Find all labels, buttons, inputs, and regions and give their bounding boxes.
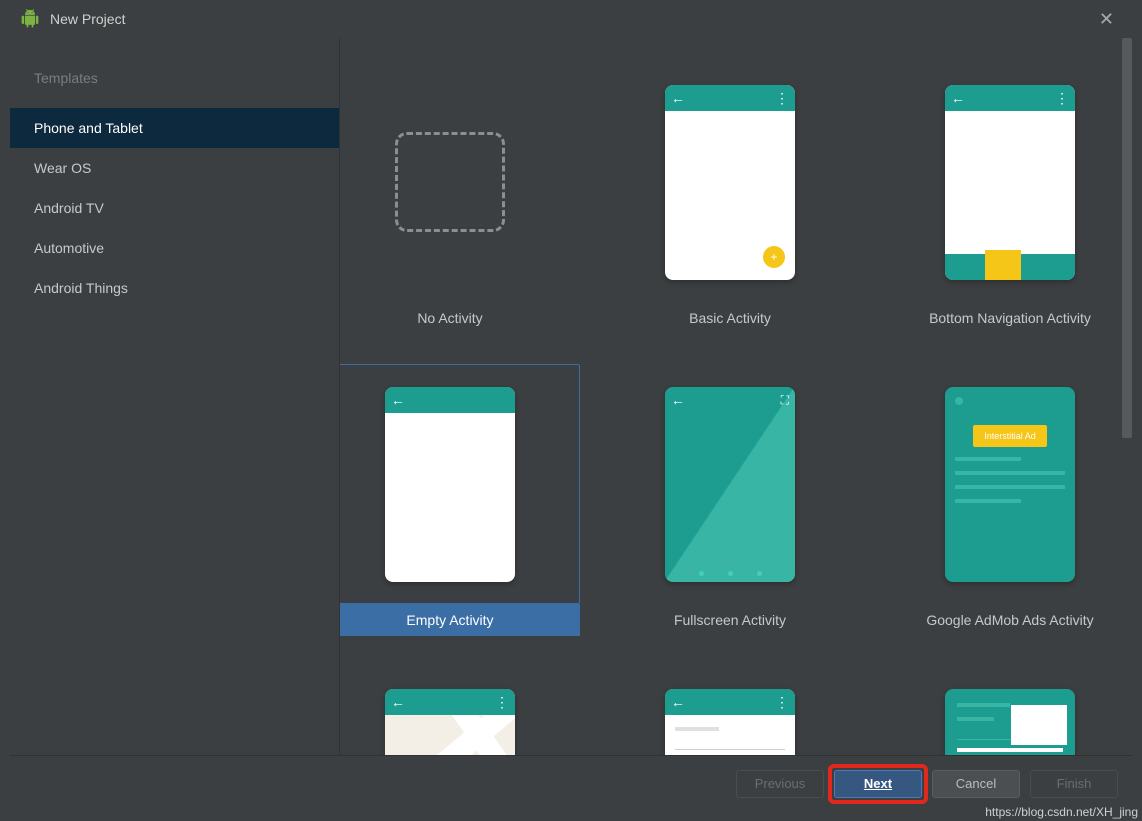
template-label: Bottom Navigation Activity xyxy=(880,302,1120,334)
template-master-detail[interactable]: Master/Detail Flow xyxy=(880,666,1120,755)
status-dot-icon xyxy=(955,397,963,405)
template-label: Fullscreen Activity xyxy=(600,604,860,636)
back-arrow-icon: ← xyxy=(951,91,965,105)
cancel-button[interactable]: Cancel xyxy=(932,770,1020,798)
next-button[interactable]: Next xyxy=(834,770,922,798)
sidebar-item-label: Android Things xyxy=(34,280,128,296)
device-preview: ← ⋮ xyxy=(945,85,1075,280)
template-admob-activity[interactable]: Interstitial Ad Google AdMob Ads Activit… xyxy=(880,364,1120,636)
device-preview: ← ⋮ + xyxy=(665,85,795,280)
dialog-footer: Previous Next Cancel Finish xyxy=(10,755,1132,811)
template-label: No Activity xyxy=(340,302,580,334)
back-arrow-icon: ← xyxy=(391,695,405,709)
button-label: Next xyxy=(864,776,892,791)
device-preview: ← ⋮ xyxy=(385,689,515,756)
device-preview: ← ⛶ xyxy=(665,387,795,582)
template-label: Google AdMob Ads Activity xyxy=(880,604,1120,636)
sidebar-item-label: Wear OS xyxy=(34,160,91,176)
bottom-nav-bar xyxy=(945,254,1075,280)
sidebar-item-label: Android TV xyxy=(34,200,104,216)
sidebar-heading: Templates xyxy=(10,38,339,108)
overflow-menu-icon: ⋮ xyxy=(1055,91,1069,105)
overflow-menu-icon: ⋮ xyxy=(775,695,789,709)
titlebar: New Project ✕ xyxy=(10,0,1132,38)
android-logo-icon xyxy=(20,9,40,29)
sidebar-item-automotive[interactable]: Automotive xyxy=(10,228,339,268)
back-arrow-icon: ← xyxy=(671,393,685,407)
previous-button[interactable]: Previous xyxy=(736,770,824,798)
pager-dots-icon xyxy=(665,571,795,576)
dialog-body: Templates Phone and Tablet Wear OS Andro… xyxy=(10,38,1132,755)
template-gallery[interactable]: No Activity ← ⋮ + xyxy=(340,38,1120,755)
window-title: New Project xyxy=(50,11,1091,27)
vertical-scrollbar[interactable] xyxy=(1122,38,1132,755)
device-preview: ← ⋮ xyxy=(665,689,795,756)
template-label: Empty Activity xyxy=(340,604,580,636)
device-preview: ← xyxy=(385,387,515,582)
button-label: Previous xyxy=(755,776,806,791)
sidebar-item-android-tv[interactable]: Android TV xyxy=(10,188,339,228)
watermark-text: https://blog.csdn.net/XH_jing xyxy=(985,805,1138,819)
dashed-placeholder-icon xyxy=(395,132,505,232)
new-project-dialog: New Project ✕ Templates Phone and Tablet… xyxy=(10,0,1132,811)
button-label: Finish xyxy=(1057,776,1092,791)
overflow-menu-icon: ⋮ xyxy=(495,695,509,709)
template-empty-activity[interactable]: ← Empty Activity xyxy=(340,364,580,636)
template-gallery-container: No Activity ← ⋮ + xyxy=(340,38,1132,755)
fab-add-icon: + xyxy=(763,246,785,268)
sidebar-item-label: Phone and Tablet xyxy=(34,120,143,136)
template-basic-activity[interactable]: ← ⋮ + Basic Activity xyxy=(600,62,860,334)
fullscreen-icon: ⛶ xyxy=(781,394,789,406)
template-fullscreen-activity[interactable]: ← ⛶ Fullscreen Activity xyxy=(600,364,860,636)
sidebar-item-label: Automotive xyxy=(34,240,104,256)
sidebar-item-android-things[interactable]: Android Things xyxy=(10,268,339,308)
template-label: Basic Activity xyxy=(600,302,860,334)
close-icon[interactable]: ✕ xyxy=(1091,5,1122,34)
template-bottom-navigation-activity[interactable]: ← ⋮ Bottom Navigation Activity xyxy=(880,62,1120,334)
template-no-activity[interactable]: No Activity xyxy=(340,62,580,334)
overflow-menu-icon: ⋮ xyxy=(775,91,789,105)
device-preview xyxy=(945,689,1075,756)
back-arrow-icon: ← xyxy=(671,91,685,105)
back-arrow-icon: ← xyxy=(671,695,685,709)
back-arrow-icon: ← xyxy=(391,393,405,407)
template-maps-activity[interactable]: ← ⋮ xyxy=(340,666,580,755)
interstitial-ad-badge: Interstitial Ad xyxy=(973,425,1047,447)
finish-button[interactable]: Finish xyxy=(1030,770,1118,798)
device-preview: Interstitial Ad xyxy=(945,387,1075,582)
templates-sidebar: Templates Phone and Tablet Wear OS Andro… xyxy=(10,38,340,755)
template-login-activity[interactable]: ← ⋮ Login Activity xyxy=(600,666,860,755)
button-label: Cancel xyxy=(956,776,996,791)
sidebar-item-wear-os[interactable]: Wear OS xyxy=(10,148,339,188)
sidebar-item-phone-tablet[interactable]: Phone and Tablet xyxy=(10,108,339,148)
